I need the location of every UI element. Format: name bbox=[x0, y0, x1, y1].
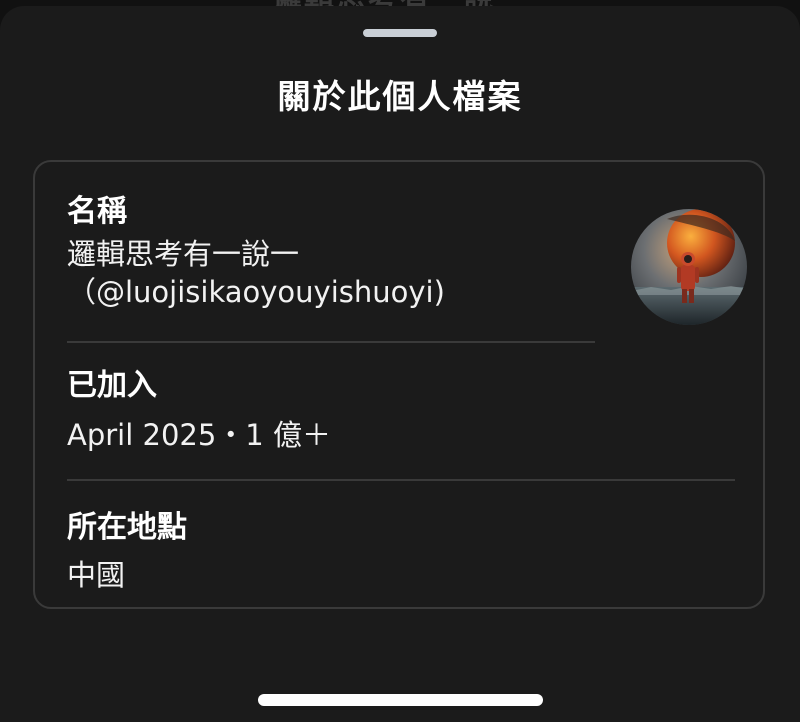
joined-section: 已加入 April 2025・1 億＋ bbox=[67, 366, 331, 454]
sheet-grab-handle[interactable] bbox=[363, 29, 437, 37]
name-label: 名稱 bbox=[67, 194, 127, 229]
profile-avatar[interactable] bbox=[631, 209, 747, 325]
name-value: 邏輯思考有一說一 bbox=[67, 237, 300, 271]
name-divider bbox=[67, 341, 595, 343]
astronaut-planet-avatar-icon bbox=[631, 209, 747, 325]
profile-info-card: 名稱 邏輯思考有一說一 （@luojisikaoyouyishuoyi) 已加入… bbox=[33, 160, 765, 609]
home-indicator[interactable] bbox=[258, 694, 543, 706]
location-section: 所在地點 中國 bbox=[67, 508, 187, 594]
joined-divider bbox=[67, 479, 735, 481]
location-value: 中國 bbox=[67, 558, 126, 592]
name-section: 名稱 邏輯思考有一說一 （@luojisikaoyouyishuoyi) bbox=[67, 192, 445, 311]
sheet-title: 關於此個人檔案 bbox=[277, 77, 523, 116]
joined-label: 已加入 bbox=[67, 368, 157, 403]
location-label: 所在地點 bbox=[67, 510, 187, 545]
about-profile-sheet: 關於此個人檔案 名稱 邏輯思考有一說一 （@luojisikaoyouyishu… bbox=[0, 6, 800, 722]
screen: 邏輯思考有一說一 關於此個人檔案 名稱 邏輯思考有一說一 （@luojisika… bbox=[0, 0, 800, 722]
handle-value: （@luojisikaoyouyishuoyi) bbox=[67, 275, 445, 309]
joined-value: April 2025・1 億＋ bbox=[67, 418, 331, 452]
